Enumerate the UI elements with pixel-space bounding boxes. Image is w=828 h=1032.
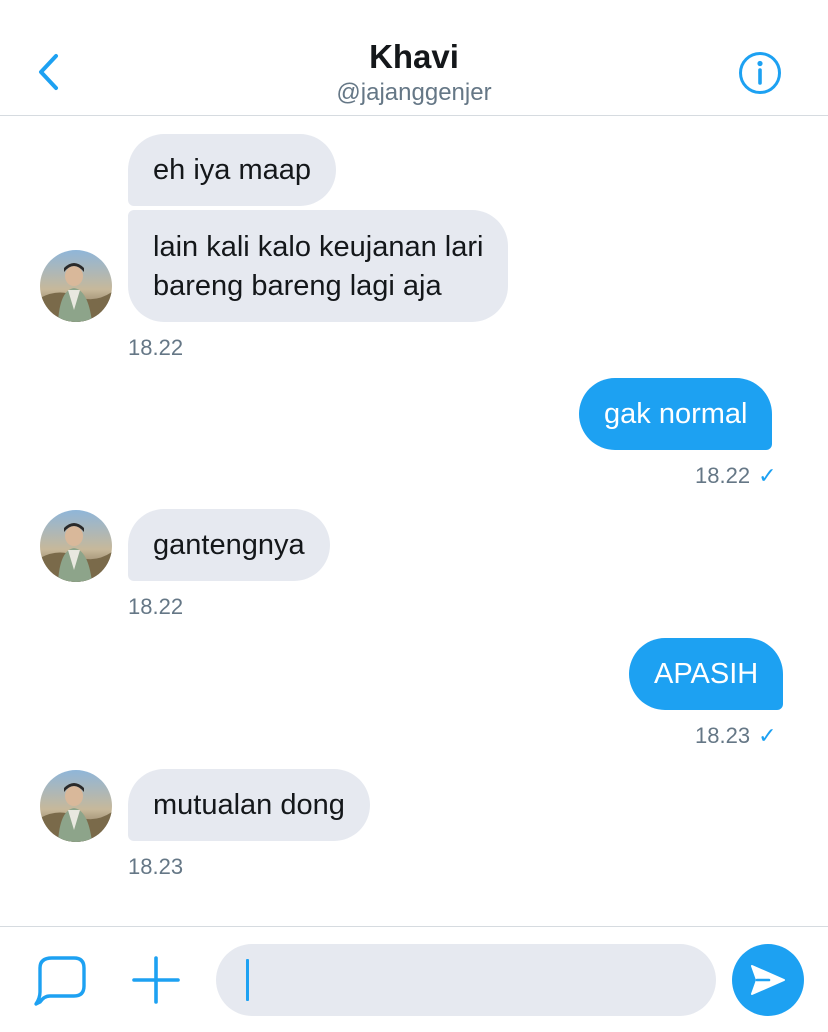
message-text: eh iya maap bbox=[153, 154, 311, 186]
message-timestamp: 18.23 ✓ bbox=[695, 723, 777, 749]
message-bubble-received[interactable]: mutualan dong bbox=[128, 769, 370, 841]
message-timestamp: 18.23 bbox=[128, 854, 184, 879]
message-text: gak normal bbox=[604, 398, 748, 430]
info-icon bbox=[739, 52, 781, 94]
text-caret bbox=[246, 959, 249, 1001]
message-bubble-sent[interactable]: gak normal bbox=[579, 378, 773, 450]
add-button[interactable] bbox=[128, 952, 184, 1008]
avatar[interactable] bbox=[40, 510, 112, 582]
info-button[interactable] bbox=[737, 50, 783, 96]
message-bubble-received[interactable]: eh iya maap bbox=[128, 134, 336, 206]
avatar-photo bbox=[40, 250, 112, 322]
message-bubble-sent[interactable]: APASIH bbox=[629, 638, 784, 710]
message-text-line: bareng bareng lagi aja bbox=[153, 270, 442, 302]
avatar-photo bbox=[40, 510, 112, 582]
avatar[interactable] bbox=[40, 250, 112, 322]
conversation-title[interactable]: Khavi bbox=[0, 38, 828, 76]
check-icon: ✓ bbox=[758, 723, 777, 748]
send-button[interactable] bbox=[732, 944, 804, 1016]
message-timestamp: 18.22 ✓ bbox=[695, 463, 777, 489]
conversation-handle[interactable]: @jajanggenjer bbox=[0, 79, 828, 107]
message-time: 18.22 bbox=[695, 463, 751, 488]
conversation-header: Khavi @jajanggenjer bbox=[0, 0, 828, 116]
message-text: gantengnya bbox=[153, 529, 305, 561]
check-icon: ✓ bbox=[758, 463, 777, 488]
send-icon bbox=[751, 965, 785, 995]
message-input[interactable] bbox=[216, 944, 716, 1016]
chat-bubble-icon bbox=[34, 956, 86, 1006]
media-button[interactable] bbox=[30, 952, 92, 1008]
message-text-line: lain kali kalo keujanan lari bbox=[153, 231, 484, 263]
plus-icon bbox=[132, 956, 180, 1004]
message-time: 18.23 bbox=[695, 723, 751, 748]
avatar-photo bbox=[40, 770, 112, 842]
message-timestamp: 18.22 bbox=[128, 335, 184, 360]
message-bubble-received[interactable]: lain kali kalo keujanan lari bareng bare… bbox=[128, 210, 509, 322]
message-text: APASIH bbox=[654, 658, 759, 690]
message-bubble-received[interactable]: gantengnya bbox=[128, 509, 330, 581]
message-text: mutualan dong bbox=[153, 789, 345, 821]
avatar[interactable] bbox=[40, 770, 112, 842]
message-timestamp: 18.22 bbox=[128, 594, 184, 619]
